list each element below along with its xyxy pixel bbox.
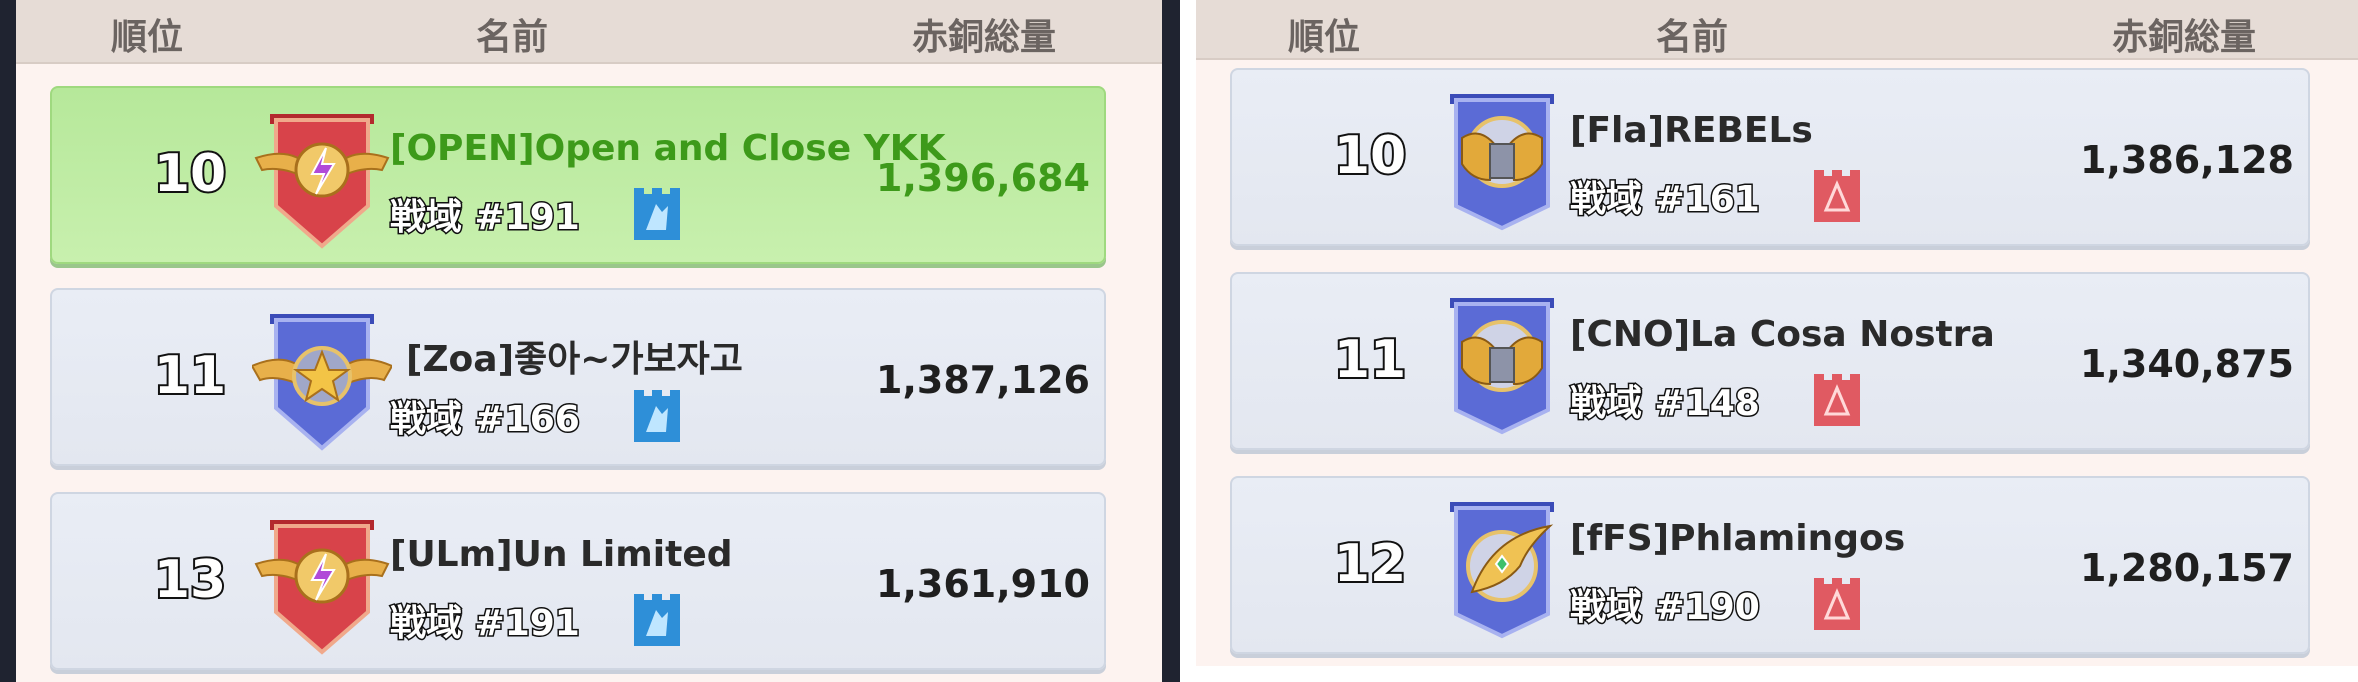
header-name: 名前 [1656,17,1729,58]
copper-total: 1,340,875 [2080,342,2294,386]
panel-divider [1162,0,1180,682]
guild-name: [fFS]Phlamingos [1570,518,1906,559]
region-label: 戦域 #191 [389,196,582,240]
table-row[interactable]: 10 [Fla]REBELs 戦域 #161 1,386,128 [1230,68,2310,246]
copper-total: 1,387,126 [876,358,1090,402]
header-name: 名前 [476,17,549,58]
region-label: 戦域 #166 [389,398,582,442]
rank-number: 11 [1332,328,1408,392]
blue-banner-golden-shield-emblem-icon [1450,502,1554,639]
guild-name: [Fla]REBELs [1570,110,1813,151]
red-flag-icon [1814,374,1860,426]
rank-number: 12 [1332,532,1408,596]
red-shield-wings-emblem-icon [254,114,390,249]
rank-number: 13 [152,548,228,612]
table-row[interactable]: 13 [ULm]Un Limited 戦域 #191 1,361,910 [50,492,1106,670]
header-rank: 順位 [111,17,184,58]
table-row[interactable]: 10 [OPEN]Open and Close YKK 戦域 #191 1,39… [50,86,1106,264]
copper-total: 1,361,910 [876,562,1090,606]
blue-flag-icon [634,390,680,442]
ranking-panel-left: 順位 名前 赤銅総量 10 [OPEN]Open and Close YKK 戦… [0,0,1162,682]
header-rank: 順位 [1288,17,1361,58]
guild-name: [ULm]Un Limited [390,534,733,575]
table-header: 順位 名前 赤銅総量 [16,0,1162,64]
table-row[interactable]: 12 [fFS]Phlamingos 戦域 #190 1,280,157 [1230,476,2310,654]
table-row[interactable]: 11 [Zoa]좋아~가보자고 戦域 #166 1,387,126 [50,288,1106,466]
red-shield-wings-emblem-icon [254,520,390,655]
table-header: 順位 名前 赤銅総量 [1196,0,2358,60]
copper-total: 1,280,157 [2080,546,2294,590]
header-total: 赤銅総量 [2112,17,2257,58]
guild-name: [OPEN]Open and Close YKK [390,128,946,169]
copper-total: 1,386,128 [2080,138,2294,182]
red-flag-icon [1814,170,1860,222]
blue-banner-fists-emblem-icon [1450,94,1554,231]
region-label: 戦域 #191 [389,602,582,646]
ranking-panel-right: 順位 名前 赤銅総量 10 [Fla]REBELs 戦域 #161 1,386,… [1180,0,2358,682]
copper-total: 1,396,684 [876,156,1090,200]
rank-number: 11 [152,344,228,408]
region-label: 戦域 #190 [1569,586,1762,630]
guild-name: [Zoa]좋아~가보자고 [406,339,743,380]
blue-shield-star-wings-emblem-icon [252,314,392,451]
rank-number: 10 [1332,124,1408,188]
red-flag-icon [1814,578,1860,630]
region-label: 戦域 #148 [1569,382,1762,426]
blue-flag-icon [634,594,680,646]
blue-flag-icon [634,188,680,240]
region-label: 戦域 #161 [1569,178,1762,222]
blue-banner-fists-emblem-icon [1450,298,1554,435]
header-total: 赤銅総量 [912,17,1057,58]
guild-name: [CNO]La Cosa Nostra [1570,314,1995,355]
rank-number: 10 [152,142,228,206]
table-row[interactable]: 11 [CNO]La Cosa Nostra 戦域 #148 1,340,875 [1230,272,2310,450]
